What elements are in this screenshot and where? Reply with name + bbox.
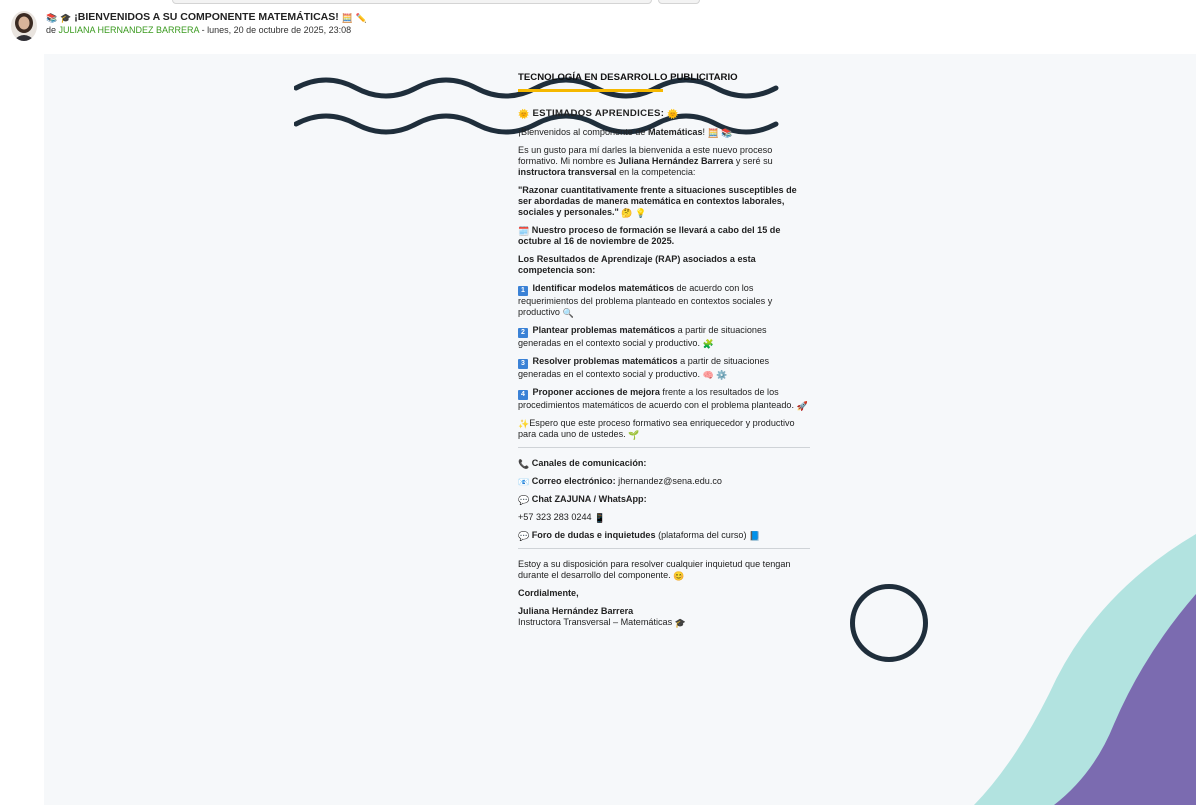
post-byline: de JULIANA HERNANDEZ BARRERA - lunes, 20…	[46, 25, 351, 35]
email-icon: 📧	[518, 477, 530, 487]
gear-icon: ⚙️	[716, 370, 728, 380]
signature: Juliana Hernández Barrera Instructora Tra…	[518, 606, 810, 628]
abacus-icon: 🧮	[707, 128, 719, 138]
rap-intro: Los Resultados de Aprendizaje (RAP) asoc…	[518, 254, 810, 276]
sun-icon: 🌞	[518, 109, 530, 119]
title-underline	[518, 89, 663, 92]
magnifier-icon: 🔍	[562, 308, 574, 318]
sun-icon: 🌞	[667, 109, 679, 119]
competencia-quote: "Razonar cuantitativamente frente a situ…	[518, 185, 810, 218]
closing-wish: ✨Espero que este proceso formativo sea e…	[518, 418, 810, 440]
number-badge: 3	[518, 359, 528, 369]
decorative-circle	[850, 584, 928, 662]
rap-item-3: 3 Resolver problemas matemáticos a parti…	[518, 356, 810, 380]
decorative-shape	[974, 534, 1196, 805]
chat-label: Chat ZAJUNA / WhatsApp:	[531, 494, 647, 504]
graduation-cap-icon: 🎓	[60, 13, 72, 23]
post-subject: 📚 🎓 ¡BIENVENIDOS A SU COMPONENTE MATEMÁT…	[46, 11, 367, 23]
greeting-text: ESTIMADOS APRENDICES:	[532, 108, 665, 119]
number-badge: 2	[518, 328, 528, 338]
rap-item-4: 4 Proponer acciones de mejora frente a l…	[518, 387, 810, 411]
pencil-icon: ✏️	[355, 13, 368, 23]
forum-label: Foro de dudas e inquietudes	[531, 530, 656, 540]
phone-number: +57 323 283 0244	[518, 512, 592, 522]
books-icon: 📚	[721, 128, 733, 138]
graduation-cap-icon: 🎓	[674, 618, 686, 628]
regards-line: Cordialmente,	[518, 588, 810, 599]
welcome-bold: Matemáticas	[647, 127, 703, 137]
number-badge: 4	[518, 390, 528, 400]
welcome-line: ¡Bienvenidos al componente de Matemática…	[518, 127, 810, 138]
competencia-text: "Razonar cuantitativamente frente a situ…	[518, 185, 797, 217]
intro-paragraph: Es un gusto para mí darles la bienvenida…	[518, 145, 810, 178]
smile-icon: 😊	[673, 571, 685, 581]
phone-line: +57 323 283 0244 📱	[518, 512, 810, 523]
email-link[interactable]: jhernandez@sena.edu.co	[616, 476, 722, 486]
author-link[interactable]: JULIANA HERNANDEZ BARRERA	[59, 25, 200, 35]
post-subject-text: ¡BIENVENIDOS A SU COMPONENTE MATEMÁTICAS…	[74, 11, 339, 23]
divider	[518, 548, 810, 549]
rap-title: Resolver problemas matemáticos	[532, 356, 678, 366]
brain-icon: 🧠	[702, 370, 714, 380]
avatar[interactable]	[11, 11, 37, 41]
rap-title: Identificar modelos matemáticos	[532, 283, 675, 293]
thinking-face-icon: 🤔	[621, 208, 633, 218]
chat-line: 💬 Chat ZAJUNA / WhatsApp:	[518, 494, 810, 505]
puzzle-icon: 🧩	[702, 339, 714, 349]
welcome-pre: ¡Bienvenidos al componente de	[518, 127, 648, 137]
intro-text: y seré su	[733, 156, 773, 166]
schedule-text: Nuestro proceso de formación se llevará …	[518, 225, 781, 246]
availability-text: Estoy a su disposición para resolver cua…	[518, 559, 791, 580]
welcome-post: !	[702, 127, 706, 137]
speech-bubble-icon: 💬	[518, 495, 530, 505]
mobile-phone-icon: 📱	[594, 513, 606, 523]
forum-line: 💬 Foro de dudas e inquietudes (plataform…	[518, 530, 810, 541]
intro-name: Juliana Hernández Barrera	[618, 156, 734, 166]
post-body: TECNOLOGÍA EN DESARROLLO PUBLICITARIO 🌞 …	[518, 72, 810, 635]
books-icon: 📚	[46, 13, 58, 23]
browser-top-strip	[0, 0, 1196, 4]
channels-title: Canales de comunicación:	[531, 458, 647, 468]
rocket-icon: 🚀	[796, 401, 808, 411]
rap-title: Plantear problemas matemáticos	[532, 325, 676, 335]
forum-note: (plataforma del curso)	[655, 530, 747, 540]
toolbar-button-fragment[interactable]	[658, 0, 700, 4]
calendar-icon: 🗓️	[518, 226, 530, 236]
sparkles-icon: ✨	[518, 419, 530, 429]
email-label: Correo electrónico:	[531, 476, 616, 486]
book-icon: 📘	[749, 531, 761, 541]
seedling-icon: 🌱	[628, 430, 640, 440]
post-date: - lunes, 20 de octubre de 2025, 23:08	[199, 25, 352, 35]
number-badge: 1	[518, 286, 528, 296]
lightbulb-icon: 💡	[635, 208, 647, 218]
regards-text: Cordialmente,	[518, 588, 579, 598]
program-title: TECNOLOGÍA EN DESARROLLO PUBLICITARIO	[518, 72, 738, 83]
rap-title: Proponer acciones de mejora	[532, 387, 660, 397]
availability-line: Estoy a su disposición para resolver cua…	[518, 559, 810, 581]
greeting: 🌞 ESTIMADOS APRENDICES: 🌞	[518, 108, 810, 119]
closing-wish-text: Espero que este proceso formativo sea en…	[518, 418, 795, 439]
schedule-line: 🗓️ Nuestro proceso de formación se lleva…	[518, 225, 810, 247]
signature-name: Juliana Hernández Barrera	[518, 606, 634, 616]
telephone-icon: 📞	[518, 459, 530, 469]
rap-item-1: 1 Identificar modelos matemáticos de acu…	[518, 283, 810, 318]
channels-heading: 📞 Canales de comunicación:	[518, 458, 810, 469]
abacus-icon: 🧮	[341, 13, 353, 23]
byline-prefix: de	[46, 25, 57, 35]
email-line: 📧 Correo electrónico: jhernandez@sena.ed…	[518, 476, 810, 487]
rap-item-2: 2 Plantear problemas matemáticos a parti…	[518, 325, 810, 349]
forum-post-header: 📚 🎓 ¡BIENVENIDOS A SU COMPONENTE MATEMÁT…	[0, 8, 1196, 48]
divider	[518, 447, 810, 448]
intro-role: instructora transversal	[518, 167, 617, 177]
address-bar-fragment	[172, 0, 652, 4]
speech-bubble-icon: 💬	[518, 531, 530, 541]
signature-role: Instructora Transversal – Matemáticas	[518, 617, 673, 627]
rap-intro-text: Los Resultados de Aprendizaje (RAP) asoc…	[518, 254, 756, 275]
intro-text: en la competencia:	[616, 167, 696, 177]
